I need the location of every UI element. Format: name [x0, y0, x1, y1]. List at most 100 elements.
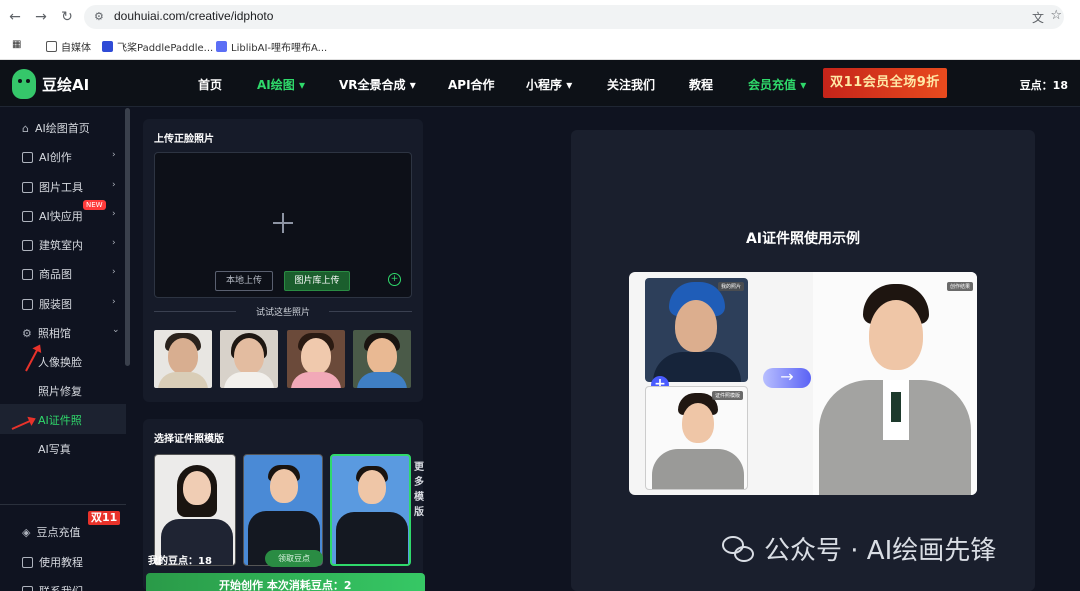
sidebar-item-create[interactable]: AI创作	[22, 149, 72, 165]
example-title: AI证件照使用示例	[745, 231, 861, 247]
example-result-photo: 创作结果	[813, 272, 977, 495]
nav-follow[interactable]: 关注我们	[607, 76, 655, 93]
local-upload-button[interactable]: 本地上传	[215, 271, 273, 291]
arrow-right-icon: →	[763, 368, 811, 388]
sidebar-item-label: AI创作	[39, 151, 72, 164]
paddle-icon	[102, 41, 113, 52]
sidebar-item-home[interactable]: ⌂ AI绘图首页	[22, 120, 90, 136]
sidebar-scrollbar[interactable]	[125, 108, 130, 366]
brush-icon	[22, 151, 33, 163]
photo-body	[291, 372, 341, 388]
sidebar-sub-idphoto[interactable]: AI证件照	[38, 412, 82, 428]
watermark-text: 公众号 · AI绘画先锋	[764, 536, 997, 566]
library-upload-button[interactable]: 图片库上传	[284, 271, 350, 291]
upload-title: 上传正脸照片	[154, 134, 214, 145]
plus-icon[interactable]	[273, 213, 293, 233]
chevron-right-icon: ›	[112, 180, 116, 190]
sidebar-item-clothing[interactable]: 服装图	[22, 296, 72, 312]
photo-vest	[652, 449, 744, 489]
apps-icon[interactable]: ▦	[12, 39, 21, 50]
sidebar-item-quick[interactable]: AI快应用	[22, 208, 83, 224]
example-panel: AI证件照使用示例 我的照片 + 证件照模版 → 创作结果	[571, 130, 1035, 591]
sidebar-sub-portrait[interactable]: AI写真	[38, 441, 71, 457]
template-panel: 选择证件照模版 更多模版 我的豆点：18 领取豆点	[143, 419, 426, 591]
sidebar-item-recharge[interactable]: ◈ 豆点充值	[22, 524, 80, 540]
wechat-watermark: 公众号 · AI绘画先锋	[722, 530, 996, 567]
chevron-right-icon: ›	[112, 150, 116, 160]
back-icon[interactable]: ←	[6, 8, 24, 26]
bookmark-item[interactable]: 自媒体	[46, 39, 91, 54]
sample-photo[interactable]	[154, 330, 212, 388]
more-templates-link[interactable]: 更多模版	[414, 460, 426, 520]
nav-api[interactable]: API合作	[448, 76, 495, 93]
sidebar-item-guide[interactable]: 使用教程	[22, 554, 83, 570]
upload-dropzone[interactable]: 本地上传 图片库上传 +	[154, 152, 412, 298]
sidebar-item-studio[interactable]: ⚙ 照相馆	[22, 325, 71, 341]
start-create-button[interactable]: 开始创作 本次消耗豆点：2	[146, 573, 425, 591]
photo-face	[270, 469, 298, 503]
sidebar-item-label: 使用教程	[39, 556, 83, 569]
double11-badge: 双11	[88, 511, 121, 525]
sidebar-item-label: 服装图	[39, 298, 72, 311]
nav-label: 会员充值	[748, 78, 797, 92]
divider	[0, 504, 126, 505]
caret-down-icon: ▾	[409, 78, 416, 92]
example-my-photo: 我的照片	[645, 278, 748, 382]
sample-photo[interactable]	[353, 330, 411, 388]
sidebar-sub-restore[interactable]: 照片修复	[38, 383, 82, 399]
photo-face	[869, 300, 923, 370]
try-photos-label: 试试这些照片	[255, 308, 310, 318]
template-card[interactable]	[154, 454, 236, 566]
sample-photo[interactable]	[287, 330, 345, 388]
sidebar-item-tools[interactable]: 图片工具	[22, 179, 83, 195]
address-row: ← → ↻ ⚙ douhuiai.com/creative/idphoto 文 …	[0, 0, 1080, 34]
sample-photo[interactable]	[220, 330, 278, 388]
upload-panel: 上传正脸照片 本地上传 图片库上传 + 试试这些照片	[143, 119, 423, 402]
chevron-right-icon: ›	[112, 297, 116, 307]
photo-body	[158, 372, 208, 388]
sidebar-item-label: 商品图	[39, 268, 72, 281]
get-points-button[interactable]: 领取豆点	[265, 550, 323, 567]
nav-ai-draw[interactable]: AI绘图 ▾	[257, 76, 305, 93]
bookmark-star-icon[interactable]: ☆	[1050, 8, 1062, 23]
sidebar-item-contact[interactable]: 联系我们	[22, 583, 83, 591]
photo-face	[675, 300, 717, 352]
nav-vr[interactable]: VR全景合成 ▾	[339, 76, 416, 93]
home-icon: ⌂	[22, 121, 29, 135]
nav-home[interactable]: 首页	[198, 76, 222, 93]
bookmarks-bar: ▦ 自媒体 飞桨PaddlePaddle... LiblibAI-哩布哩布A..…	[0, 34, 1080, 60]
forward-icon[interactable]: →	[32, 8, 50, 26]
cube-icon	[22, 210, 33, 222]
reload-icon[interactable]: ↻	[58, 8, 76, 26]
zoom-in-icon[interactable]: +	[388, 273, 401, 286]
chevron-down-icon: ⌄	[112, 325, 120, 335]
nav-label: VR全景合成	[339, 78, 406, 92]
photo-face	[234, 338, 264, 374]
sidebar-item-architecture[interactable]: 建筑室内	[22, 237, 83, 253]
bookmark-item[interactable]: LiblibAI-哩布哩布A...	[216, 39, 327, 54]
nav-miniprogram[interactable]: 小程序 ▾	[526, 76, 572, 93]
nav-vip[interactable]: 会员充值 ▾	[748, 76, 806, 93]
image-icon	[22, 181, 33, 193]
bookmark-item[interactable]: 飞桨PaddlePaddle...	[102, 39, 213, 54]
address-bar[interactable]: ⚙ douhuiai.com/creative/idphoto 文 ☆	[84, 5, 1064, 29]
template-card-selected[interactable]	[330, 454, 411, 566]
translate-icon[interactable]: 文	[1032, 9, 1044, 26]
photo-face	[168, 338, 198, 374]
photo-face	[367, 338, 397, 374]
book-icon	[22, 556, 33, 568]
shirt-icon	[22, 298, 33, 310]
nav-tutorial[interactable]: 教程	[689, 76, 713, 93]
example-template-photo: 证件照模版	[645, 386, 748, 490]
site-logo[interactable]: 豆绘AI	[12, 69, 89, 99]
promo-banner[interactable]: 双11会员全场9折	[823, 68, 947, 98]
sidebar-item-label: 豆点充值	[36, 526, 81, 539]
sidebar-item-label: 图片工具	[39, 181, 83, 194]
new-badge: NEW	[83, 200, 106, 210]
sidebar-item-label: 建筑室内	[39, 239, 83, 252]
site-info-icon[interactable]: ⚙	[94, 10, 104, 23]
liblib-icon	[216, 41, 227, 52]
sidebar-item-product[interactable]: 商品图	[22, 266, 72, 282]
sidebar: ⌂ AI绘图首页 AI创作 › 图片工具 › AI快应用 NEW › 建筑室内 ›…	[0, 108, 131, 591]
sidebar-sub-faceswap[interactable]: 人像换脸	[38, 354, 82, 370]
